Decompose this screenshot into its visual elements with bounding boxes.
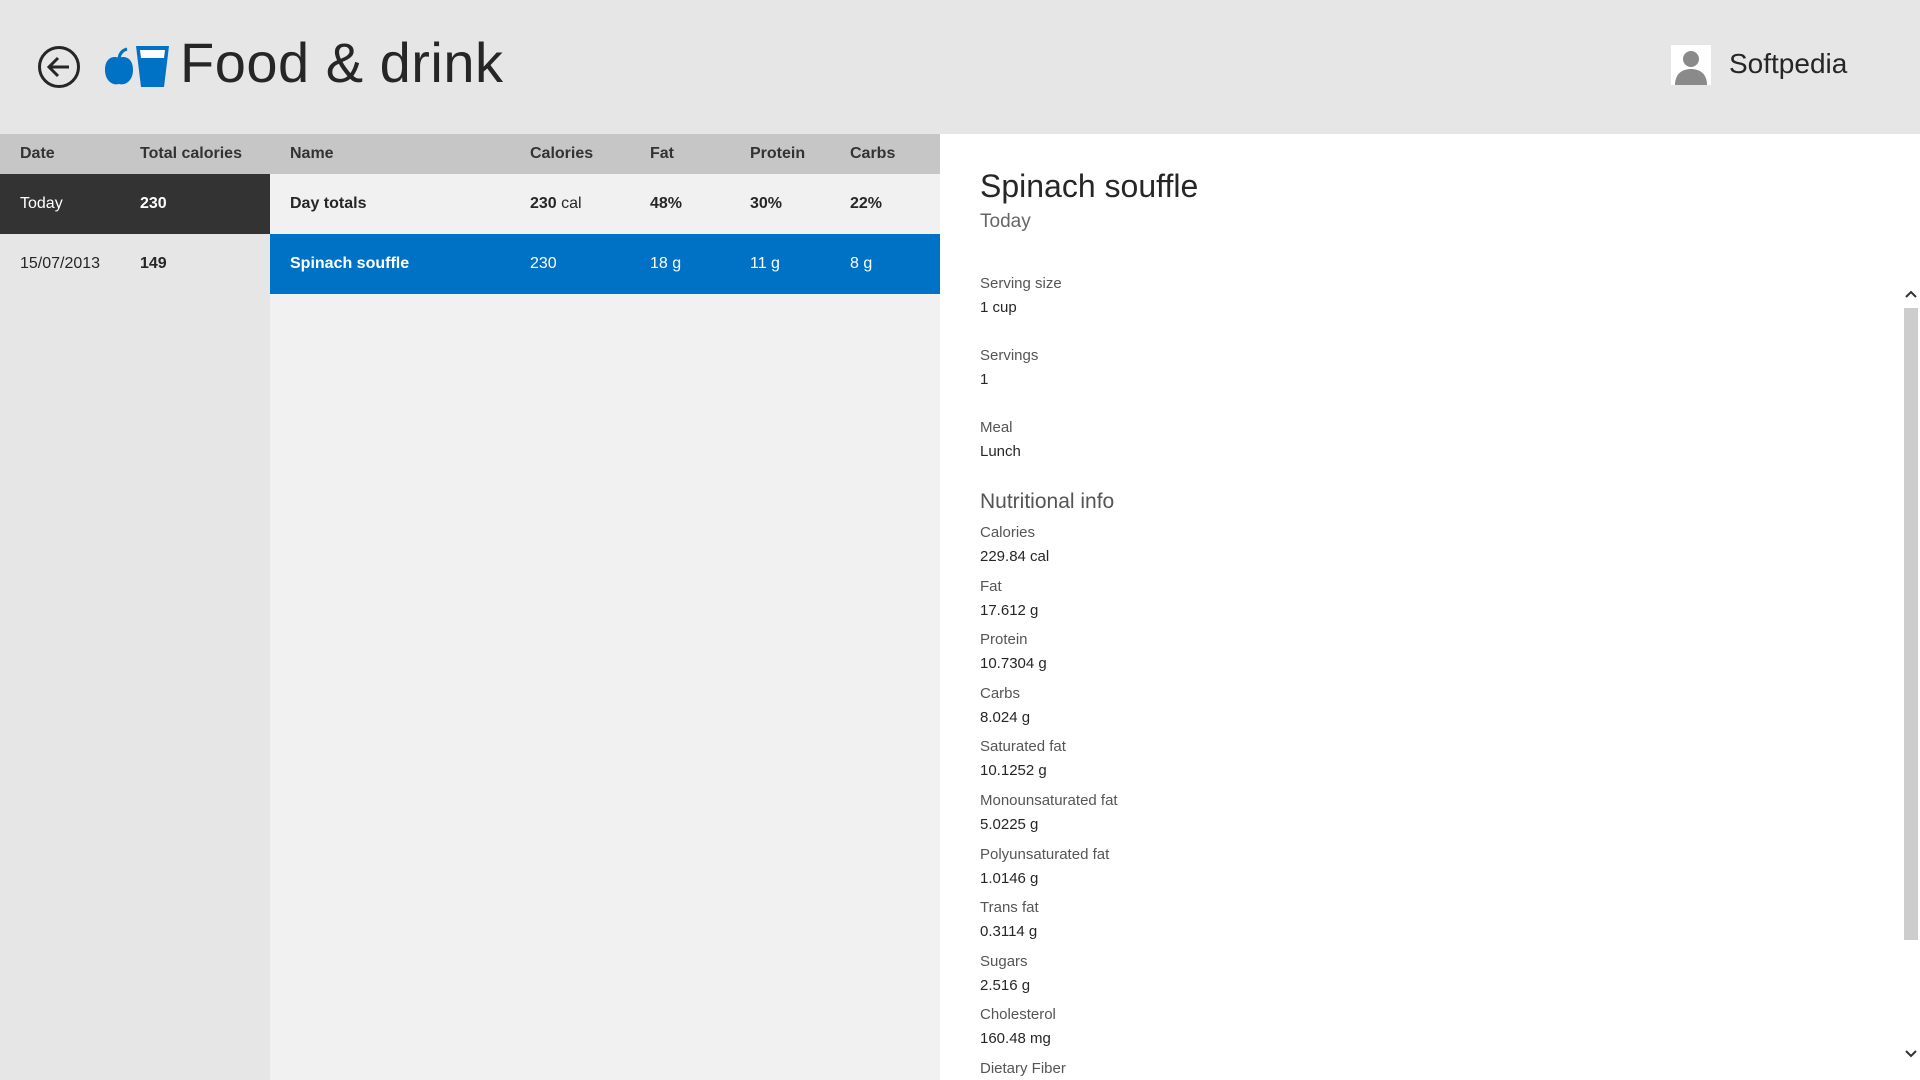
entries-header: Name Calories Fat Protein Carbs xyxy=(270,134,940,174)
entry-protein: 11 g xyxy=(750,255,780,272)
meal-label: Meal xyxy=(980,419,1013,436)
app-header: Food & drink Softpedia xyxy=(0,0,1920,134)
page-title: Food & drink xyxy=(180,31,504,94)
user-avatar-icon[interactable] xyxy=(1671,45,1711,85)
entry-carbs: 8 g xyxy=(850,255,873,272)
nutrient-label: Sugars xyxy=(980,953,1028,970)
day-totals-calories: 230 cal xyxy=(530,195,582,213)
name-column-header[interactable]: Name xyxy=(290,145,334,163)
calories-column-header[interactable]: Calories xyxy=(530,145,593,163)
nutrient-label: Fat xyxy=(980,578,1002,595)
nutrient-label: Carbs xyxy=(980,685,1021,702)
day-totals-row: Day totals 230 cal 48% 30% 22% xyxy=(270,174,940,234)
detail-title: Spinach souffle xyxy=(980,168,1199,204)
nutrient-label: Calories xyxy=(980,524,1036,541)
entry-calories: 230 xyxy=(530,255,557,272)
serving-size-value: 1 cup xyxy=(980,299,1017,316)
user-name[interactable]: Softpedia xyxy=(1729,48,1847,80)
nutrient-value: 5.0225 g xyxy=(980,816,1039,833)
nutrient-label: Saturated fat xyxy=(980,738,1066,755)
servings-value: 1 xyxy=(980,371,989,388)
total-calories-column-header[interactable]: Total calories xyxy=(140,145,242,163)
back-button[interactable] xyxy=(38,46,80,88)
food-entries-list: Name Calories Fat Protein Carbs Day tota… xyxy=(270,134,940,1080)
servings-label: Servings xyxy=(980,347,1039,364)
nutrient-label: Polyunsaturated fat xyxy=(980,846,1110,863)
nutrient-label: Protein xyxy=(980,631,1028,648)
day-totals-label: Day totals xyxy=(290,195,367,212)
date-row-15-07-2013[interactable]: 15/07/2013 149 xyxy=(0,234,270,294)
nutritional-info-heading: Nutritional info xyxy=(980,490,1115,513)
nutrient-value: 8.024 g xyxy=(980,709,1031,726)
nutrient-label: Dietary Fiber xyxy=(980,1060,1066,1077)
date-total-calories: 149 xyxy=(140,255,167,272)
entry-fat: 18 g xyxy=(650,255,682,272)
nutrient-label: Trans fat xyxy=(980,899,1039,916)
scrollbar-thumb[interactable] xyxy=(1904,308,1918,940)
entry-name: Spinach souffle xyxy=(290,255,410,272)
date-total-calories: 230 xyxy=(140,195,167,212)
serving-size-label: Serving size xyxy=(980,275,1062,292)
fat-column-header[interactable]: Fat xyxy=(650,145,674,163)
protein-column-header[interactable]: Protein xyxy=(750,145,805,163)
date-label: 15/07/2013 xyxy=(20,255,101,272)
food-entry-row[interactable]: Spinach souffle 230 18 g 11 g 8 g xyxy=(270,234,940,294)
date-column-header[interactable]: Date xyxy=(20,145,55,163)
detail-scrollbar[interactable] xyxy=(1902,272,1920,1080)
day-totals-carbs: 22% xyxy=(850,195,883,212)
nutrient-value: 0.3114 g xyxy=(980,923,1038,940)
nutrient-value: 229.84 cal xyxy=(980,548,1050,565)
day-totals-protein: 30% xyxy=(750,195,783,212)
back-arrow-icon xyxy=(47,56,69,78)
date-label: Today xyxy=(20,195,63,212)
date-row-today[interactable]: Today 230 xyxy=(0,174,270,234)
day-totals-calories-value: 230 xyxy=(530,195,557,212)
apple-glass-icon xyxy=(105,46,169,87)
nutrient-value: 1.0146 g xyxy=(980,870,1039,887)
nutrient-value: 10.7304 g xyxy=(980,655,1047,672)
nutrient-value: 2.516 g xyxy=(980,977,1031,994)
nutrient-value: 17.612 g xyxy=(980,602,1039,619)
nutrient-label: Cholesterol xyxy=(980,1006,1056,1023)
day-totals-calories-unit: cal xyxy=(561,195,582,212)
meal-value: Lunch xyxy=(980,443,1021,460)
detail-date: Today xyxy=(980,211,1031,232)
nutrient-label: Monounsaturated fat xyxy=(980,792,1118,809)
food-detail-panel: Spinach souffle Today Serving size 1 cup… xyxy=(940,134,1920,1080)
dates-list: Date Total calories Today 230 15/07/2013… xyxy=(0,134,270,1080)
day-totals-fat: 48% xyxy=(650,195,683,212)
nutrient-value: 160.48 mg xyxy=(980,1030,1051,1047)
carbs-column-header[interactable]: Carbs xyxy=(850,145,895,163)
nutrient-value: 10.1252 g xyxy=(980,762,1047,779)
dates-header: Date Total calories xyxy=(0,134,270,174)
scroll-down-icon[interactable] xyxy=(1902,1046,1920,1062)
scroll-up-icon[interactable] xyxy=(1902,286,1920,302)
